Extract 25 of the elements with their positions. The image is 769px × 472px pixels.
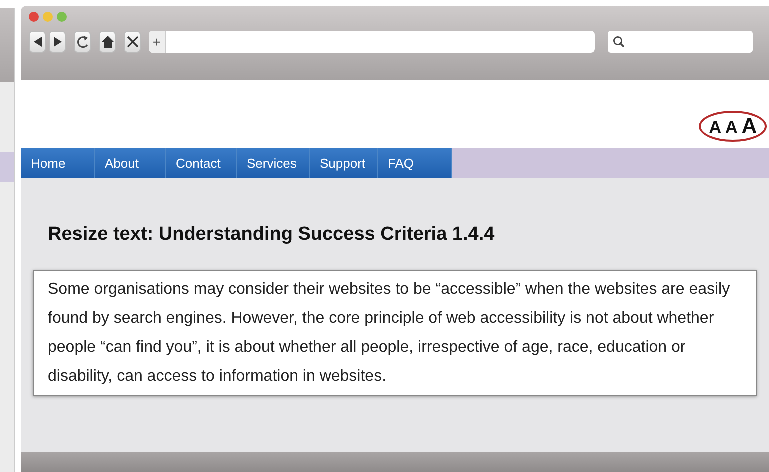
- text-size-button[interactable]: A: [726, 118, 738, 138]
- nav-tab[interactable]: Contact: [166, 148, 237, 178]
- address-bar[interactable]: +: [149, 31, 595, 53]
- nav-tab[interactable]: About: [95, 148, 166, 178]
- close-icon: [126, 36, 138, 48]
- left-triangle-icon: [34, 37, 42, 47]
- reload-button[interactable]: [74, 31, 91, 53]
- page-heading: Resize text: Understanding Success Criteria 1.4.4: [48, 224, 496, 246]
- reload-icon: [76, 35, 88, 49]
- home-button[interactable]: [99, 31, 116, 53]
- search-icon: [613, 36, 625, 48]
- text-size-button[interactable]: A: [742, 114, 757, 138]
- back-button[interactable]: [29, 31, 46, 53]
- right-triangle-icon: [54, 37, 62, 47]
- stop-button[interactable]: [124, 31, 141, 53]
- nav-tab[interactable]: Support: [310, 148, 378, 178]
- paragraph: Some organisations may consider their websites to be “accessible” when the websites are easily found by search engines. However, the core principle of web accessibility is not about whether people “can find you”, it is about whether all people, irrespective of age, race, education or disability, can access to information in websites.: [33, 270, 757, 396]
- nav-tab[interactable]: Home: [21, 148, 95, 178]
- forward-button[interactable]: [49, 31, 66, 53]
- new-tab-button[interactable]: +: [149, 31, 166, 53]
- nav-tab[interactable]: Services: [237, 148, 310, 178]
- home-icon: [102, 36, 114, 48]
- nav-tab[interactable]: FAQ: [378, 148, 452, 178]
- search-field[interactable]: [608, 31, 753, 53]
- text-size-button[interactable]: A: [709, 118, 722, 138]
